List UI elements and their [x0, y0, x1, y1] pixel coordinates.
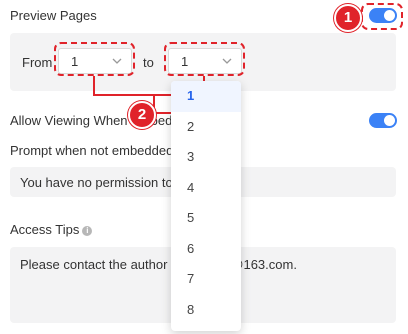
dropdown-option[interactable]: 3 [171, 142, 241, 173]
annotation-badge-2: 2 [128, 101, 156, 129]
dropdown-option[interactable]: 5 [171, 203, 241, 234]
dropdown-option[interactable]: 6 [171, 234, 241, 265]
allow-viewing-toggle[interactable] [369, 113, 397, 128]
dropdown-option[interactable]: 1 [171, 81, 241, 112]
to-select-dropdown[interactable]: 1 2 3 4 5 6 7 8 [171, 81, 241, 331]
access-tips-value: Please contact the author via xxxxxx@163… [20, 257, 297, 272]
dropdown-option[interactable]: 4 [171, 173, 241, 204]
prompt-label: Prompt when not embedded [10, 143, 174, 158]
allow-viewing-label: Allow Viewing When Embedded [10, 113, 195, 128]
dropdown-option[interactable]: 8 [171, 295, 241, 326]
access-tips-label: Access Tips i [10, 222, 93, 237]
access-tips-text: Access Tips [10, 222, 80, 237]
info-icon: i [82, 226, 93, 236]
dropdown-option[interactable]: 2 [171, 112, 241, 143]
dropdown-option[interactable]: 7 [171, 264, 241, 295]
